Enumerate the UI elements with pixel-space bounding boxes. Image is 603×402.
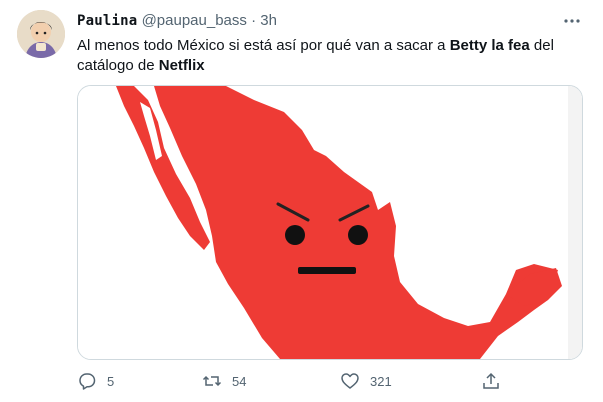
retweet-icon (202, 375, 222, 387)
reply-count: 5 (107, 373, 115, 389)
avatar-illustration (17, 10, 65, 58)
tweet-actions: 5 54 321 (77, 370, 507, 392)
separator: · (251, 12, 257, 29)
like-count: 321 (370, 373, 392, 389)
like-icon (341, 373, 359, 389)
tweet-text-bold1: Betty la fea (449, 37, 530, 54)
author-name[interactable]: Paulina (77, 13, 137, 29)
reply-button[interactable]: 5 (77, 370, 114, 392)
like-button[interactable]: 321 (340, 370, 392, 392)
tweet-text-bold2: Netflix (158, 57, 205, 74)
tweet-header: Paulina @paupau_bass · 3h (77, 12, 277, 32)
right-eye (348, 225, 368, 245)
mouth (298, 267, 356, 274)
avatar[interactable] (17, 10, 65, 58)
timestamp[interactable]: 3h (260, 12, 277, 29)
tweet-image[interactable] (77, 85, 583, 360)
reply-icon (79, 373, 96, 390)
share-button[interactable] (481, 370, 501, 392)
author-handle[interactable]: @paupau_bass (142, 12, 247, 29)
retweet-button[interactable]: 54 (202, 370, 246, 392)
tweet-text-part1: Al menos todo México si está así por qué… (77, 37, 450, 54)
mexico-map-image (78, 86, 582, 359)
left-eye (285, 225, 305, 245)
retweet-count: 54 (232, 373, 247, 389)
share-icon (483, 372, 499, 389)
more-icon[interactable] (562, 12, 582, 30)
tweet-text: Al menos todo México si está así por qué… (77, 36, 577, 76)
